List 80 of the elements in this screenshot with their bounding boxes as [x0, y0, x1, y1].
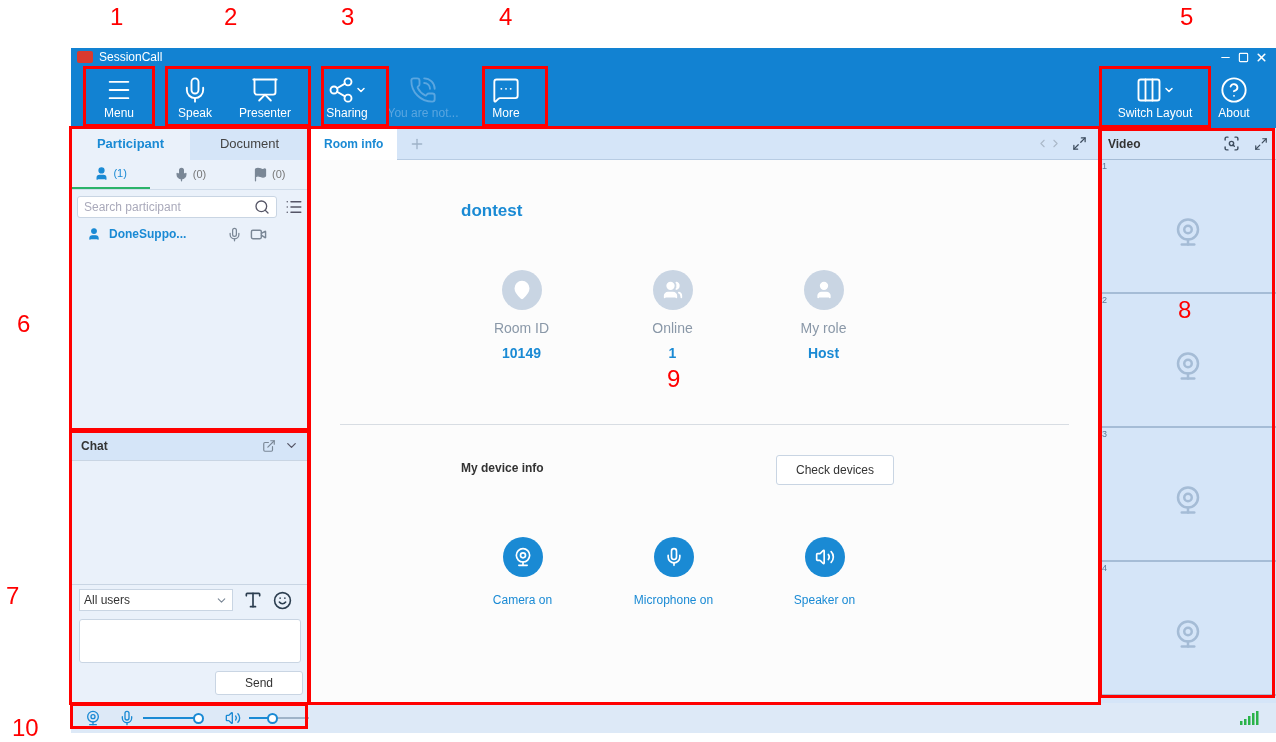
group-icon [652, 269, 693, 310]
microphone-icon[interactable] [119, 710, 135, 726]
slot-number: 1 [1101, 160, 1108, 171]
callout-number: 4 [499, 2, 513, 32]
chat-title: Chat [81, 437, 109, 455]
signal-icon [1240, 711, 1260, 725]
search-field[interactable]: Search participant [84, 198, 254, 216]
slider-thumb[interactable] [193, 712, 205, 724]
slider-thumb[interactable] [266, 712, 278, 724]
device-label: Microphone on [633, 591, 714, 609]
panel-tab[interactable]: Document [190, 128, 309, 160]
volume-slider[interactable] [249, 712, 309, 724]
toolbar-button[interactable]: Menu [83, 66, 155, 128]
device-info-title: My device info [461, 459, 545, 477]
device-label: Speaker on [793, 591, 856, 609]
callout-number: 5 [1180, 2, 1194, 32]
microphone-icon[interactable] [653, 536, 694, 577]
video-title: Video [1108, 135, 1142, 153]
toolbar-button[interactable]: Sharing [313, 66, 381, 128]
filter-tab[interactable]: (0) [150, 160, 230, 189]
pop-out-icon[interactable] [262, 438, 276, 453]
speaker-icon[interactable] [804, 536, 845, 577]
callout-number: 10 [12, 713, 39, 742]
user-icon [87, 227, 101, 241]
stat-label: Online [652, 318, 693, 338]
stat-value: Host [807, 343, 840, 363]
stat-value: 1 [668, 343, 677, 363]
callout-number: 1 [110, 2, 124, 32]
toolbar-button[interactable]: More [473, 66, 539, 128]
check-devices-button[interactable]: Check devices [776, 454, 894, 485]
phone-icon [409, 75, 437, 104]
slot-number: 2 [1101, 294, 1108, 305]
message-input[interactable] [79, 619, 301, 663]
microphone-icon[interactable] [227, 226, 242, 242]
webcam-icon[interactable] [85, 710, 101, 726]
expand-icon[interactable] [1072, 136, 1087, 151]
filter-tab[interactable]: (1) [71, 160, 151, 189]
person-icon [803, 269, 844, 310]
help-icon [1220, 75, 1248, 104]
expand-icon[interactable] [1254, 136, 1268, 151]
volume-slider[interactable] [143, 712, 203, 724]
font-icon[interactable] [243, 590, 263, 610]
list-icon[interactable] [285, 198, 303, 216]
callout-number: 8 [1178, 295, 1192, 325]
maximize-icon[interactable] [1238, 51, 1249, 63]
stat-label: My role [800, 318, 847, 338]
close-icon[interactable] [1255, 50, 1268, 64]
slot-number: 3 [1101, 428, 1108, 439]
video-settings-icon[interactable] [1223, 135, 1240, 152]
toolbar-button[interactable]: Presenter [227, 66, 303, 128]
callout-number: 6 [17, 309, 31, 339]
location-pin-icon [501, 269, 542, 310]
room-tab[interactable]: Room info [310, 127, 398, 160]
share-icon [327, 75, 355, 104]
app-logo-icon [77, 51, 93, 63]
slot-number: 4 [1101, 562, 1108, 573]
participant-name[interactable]: DoneSuppo... [109, 225, 219, 243]
search-box[interactable]: Search participant [77, 196, 277, 218]
webcam-icon[interactable] [502, 536, 543, 577]
room-name: dontest [461, 200, 524, 222]
window-title: SessionCall [99, 51, 163, 63]
callout-number: 3 [341, 2, 355, 32]
emoji-icon[interactable] [273, 590, 292, 610]
stat-value: 10149 [502, 343, 541, 363]
callout-number: 2 [224, 2, 238, 32]
stat-label: Room ID [493, 318, 550, 338]
flag-icon [253, 167, 269, 182]
callout-number: 9 [667, 364, 681, 394]
send-button[interactable]: Send [215, 671, 303, 695]
person-icon [94, 166, 110, 181]
toolbar-button[interactable]: Speak [167, 66, 223, 128]
toolbar-button[interactable]: About [1210, 66, 1258, 128]
recipient-dropdown[interactable]: All users [79, 589, 233, 611]
callout-number: 7 [6, 581, 20, 611]
search-icon[interactable] [254, 199, 270, 215]
device-label: Camera on [492, 591, 553, 609]
toolbar-button[interactable]: Switch Layout [1100, 66, 1210, 128]
microphone-icon [173, 167, 189, 182]
filter-tab[interactable]: (0) [229, 160, 309, 189]
speaker-icon[interactable] [225, 710, 241, 726]
